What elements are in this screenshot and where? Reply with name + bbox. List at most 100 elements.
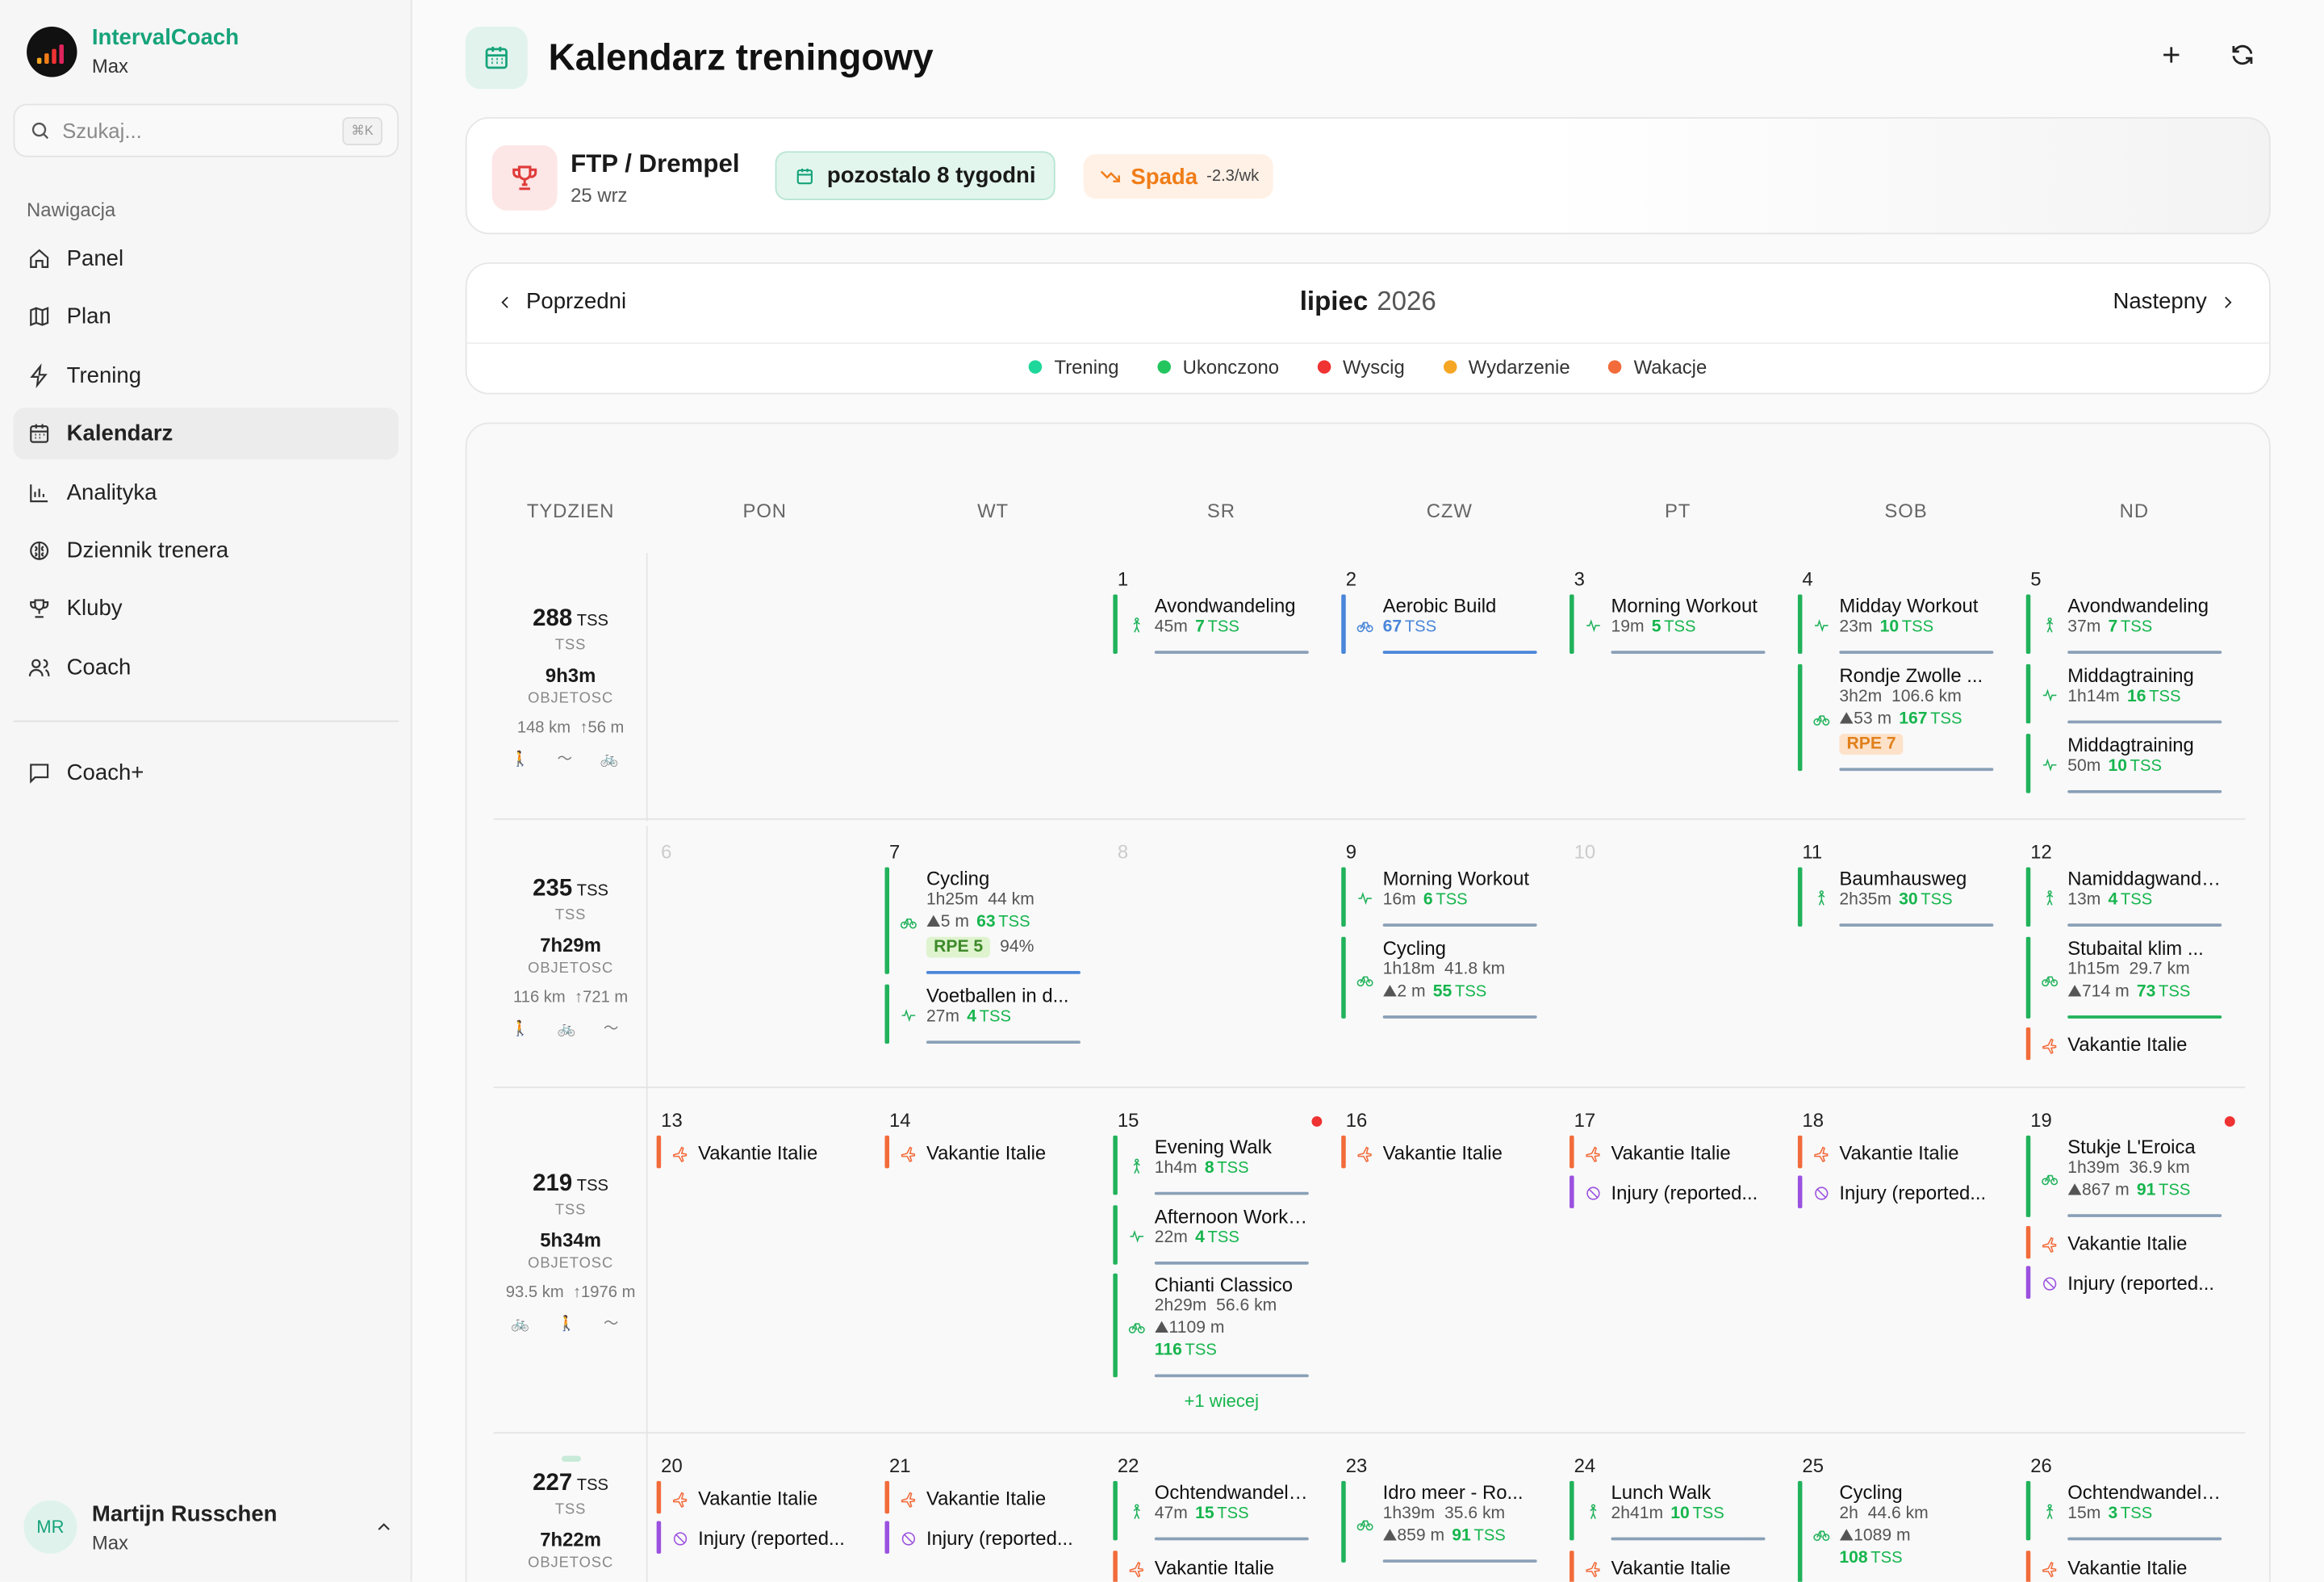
calendar-event[interactable]: Vakantie Italie <box>2025 1027 2222 1061</box>
day-number[interactable]: 17 <box>1574 1109 1596 1132</box>
day-number[interactable]: 18 <box>1802 1109 1824 1132</box>
calendar-activity[interactable]: Midday Workout 23m 10 TSS <box>1797 594 1994 654</box>
activity-stats-2: ⛰859 m 91 TSS <box>1383 1527 1537 1546</box>
day-number[interactable]: 14 <box>889 1109 911 1132</box>
sidebar-item-dziennik-trenera[interactable]: Dziennik trenera <box>14 525 399 576</box>
calendar-activity[interactable]: Baumhausweg 2h35m 30 TSS <box>1797 867 1994 927</box>
calendar-activity[interactable]: Morning Workout 19m 5 TSS <box>1570 594 1766 654</box>
calendar-activity[interactable]: Cycling 1h25m 44 km ⛰5 m 63 TSS RPE 5 94% <box>884 867 1080 974</box>
day-number[interactable]: 11 <box>1802 840 1822 863</box>
day-number[interactable]: 25 <box>1802 1454 1824 1477</box>
user-menu[interactable]: MR Martijn Russchen Max <box>23 1500 394 1554</box>
day-number[interactable]: 2 <box>1346 567 1356 590</box>
calendar-event[interactable]: Vakantie Italie <box>656 1135 852 1169</box>
week-summary[interactable]: 219 TSS TSS 5h34m OBJETOSC 93.5 km ↑1976 m 🚲 🚶… <box>496 1171 645 1333</box>
calendar-event[interactable]: Vakantie Italie <box>884 1480 1080 1514</box>
week-summary[interactable]: 288 TSS TSS 9h3m OBJETOSC 148 km ↑56 m 🚶 〜 🚲 <box>496 606 645 768</box>
calendar-activity[interactable]: Chianti Classico 2h29m 56.6 km ⛰1109 m 116 T… <box>1113 1273 1309 1378</box>
calendar-event[interactable]: Injury (reported... <box>2025 1266 2222 1299</box>
day-number[interactable]: 7 <box>889 840 900 863</box>
calendar-event[interactable]: Vakantie Italie <box>1570 1135 1765 1169</box>
calendar-event[interactable]: Injury (reported... <box>884 1521 1080 1554</box>
calendar-event[interactable]: Injury (reported... <box>656 1521 852 1554</box>
day-number[interactable]: 23 <box>1346 1454 1368 1477</box>
week-divider <box>646 1094 648 1440</box>
day-number[interactable]: 24 <box>1574 1454 1596 1477</box>
brand[interactable]: IntervalCoach Max <box>27 25 239 77</box>
day-number[interactable]: 9 <box>1346 840 1356 863</box>
day-number[interactable]: 13 <box>661 1109 683 1132</box>
calendar-event[interactable]: Vakantie Italie <box>1341 1135 1536 1169</box>
sidebar-item-kluby[interactable]: Kluby <box>14 583 399 634</box>
calendar-activity[interactable]: Stukje L'Eroica 1h39m 36.9 km ⛰867 m 91 TSS <box>2025 1135 2222 1217</box>
day-number[interactable]: 5 <box>2030 567 2041 590</box>
sidebar-item-coachplus[interactable]: Coach+ <box>14 747 399 799</box>
activity-progress-line <box>2067 923 2222 927</box>
day-number[interactable]: 15 <box>1118 1109 1139 1132</box>
sidebar-item-label: Kluby <box>66 596 123 622</box>
calendar-activity[interactable]: Namiddagwandeling13m 4TSS <box>2025 867 2222 927</box>
tss-unit: TSS <box>1664 617 1696 636</box>
add-button[interactable] <box>2152 36 2191 74</box>
sidebar-item-coach[interactable]: Coach <box>14 642 399 693</box>
day-number[interactable]: 10 <box>1574 840 1596 863</box>
calendar-activity[interactable]: Idro meer - Ro... 1h39m 35.6 km ⛰859 m 91 TS… <box>1341 1480 1537 1563</box>
refresh-button[interactable] <box>2223 36 2262 74</box>
calendar-event[interactable]: Vakantie Italie <box>1797 1135 1993 1169</box>
sidebar-item-trening[interactable]: Trening <box>14 349 399 401</box>
calendar-event[interactable]: Injury (reported... <box>1570 1175 1765 1208</box>
calendar-activity[interactable]: Afternoon Workout 22m 4 TSS <box>1113 1205 1309 1265</box>
event-title: Vakantie Italie <box>926 1487 1047 1509</box>
calendar-activity[interactable]: Avondwandeling 45m 7 TSS <box>1113 594 1309 654</box>
calendar-activity[interactable]: Evening Walk 1h4m 8 TSS <box>1113 1135 1309 1195</box>
search-input[interactable] <box>62 118 315 143</box>
sidebar-item-kalendarz[interactable]: Kalendarz <box>13 408 399 460</box>
calendar-event[interactable]: Vakantie Italie <box>1113 1551 1308 1582</box>
calendar-activity[interactable]: Stubaital klim ... 1h15m 29.7 km ⛰714 m 73 T… <box>2025 936 2222 1019</box>
day-number[interactable]: 1 <box>1118 567 1128 590</box>
day-number[interactable]: 19 <box>2030 1109 2052 1132</box>
day-number[interactable]: 8 <box>1118 840 1128 863</box>
day-number[interactable]: 6 <box>661 840 671 863</box>
day-number[interactable]: 26 <box>2030 1454 2052 1477</box>
event-color-bar <box>1797 1175 1803 1208</box>
next-month-button[interactable]: Nastepny <box>2113 289 2236 314</box>
calendar-activity[interactable]: Ochtendwandeling 47m 15 TSS <box>1113 1480 1309 1541</box>
calendar-activity[interactable]: Cycling 1h18m 41.8 km ⛰2 m 55 TSS <box>1341 936 1537 1019</box>
day-number[interactable]: 16 <box>1346 1109 1368 1132</box>
calendar-event[interactable]: Vakantie Italie <box>884 1135 1080 1169</box>
calendar-activity[interactable]: Avondwandeling 37m 7 TSS <box>2025 594 2222 654</box>
search-box[interactable]: ⌘K <box>13 103 399 157</box>
calendar-activity[interactable]: Morning Workout 16m 6 TSS <box>1341 867 1537 927</box>
sidebar-item-plan[interactable]: Plan <box>14 291 399 343</box>
more-activities-link[interactable]: +1 wiecej <box>1185 1391 1260 1412</box>
calendar-activity[interactable]: Aerobic Build 67 TSS <box>1341 594 1537 654</box>
calendar-event[interactable]: Vakantie Italie <box>1570 1551 1765 1582</box>
day-number[interactable]: 20 <box>661 1454 683 1477</box>
calendar-activity[interactable]: Cycling 2h 44.6 km ⛰1089 m 108 TSS <box>1797 1480 1993 1582</box>
calendar-event[interactable]: Vakantie Italie <box>2025 1225 2222 1259</box>
day-number[interactable]: 21 <box>889 1454 911 1477</box>
calendar-activity[interactable]: Lunch Walk 2h41m 10 TSS <box>1570 1480 1766 1541</box>
calendar-event[interactable]: Vakantie Italie <box>2025 1551 2222 1582</box>
day-number[interactable]: 22 <box>1118 1454 1139 1477</box>
calendar-event[interactable]: Injury (reported... <box>1797 1175 1993 1208</box>
calendar-event[interactable]: Vakantie Italie <box>656 1480 852 1514</box>
day-number[interactable]: 4 <box>1802 567 1812 590</box>
activity-color-bar <box>1341 594 1346 654</box>
calendar-activity[interactable]: Middagtraining 1h14m 16 TSS <box>2025 663 2222 724</box>
calendar-activity[interactable]: Voetballen in d... 27m 4 TSS <box>884 984 1080 1044</box>
app-name: IntervalCoach <box>91 25 240 51</box>
week-summary[interactable]: 227 TSS TSS 7h22m OBJETOSC <box>496 1455 645 1572</box>
day-number[interactable]: 12 <box>2030 840 2052 863</box>
activity-duration: 37m <box>2067 617 2101 636</box>
sidebar-item-analityka[interactable]: Analityka <box>14 467 399 518</box>
calendar-activity[interactable]: Middagtraining 50m 10 TSS <box>2025 734 2222 793</box>
activity-tss: 15 <box>1195 1505 1214 1523</box>
week-summary[interactable]: 235 TSS TSS 7h29m OBJETOSC 116 km ↑721 m 🚶 🚲 〜 <box>496 876 645 1037</box>
goal-card[interactable]: FTP / Drempel 25 wrz pozostalo 8 tygodni… <box>465 117 2271 235</box>
day-number[interactable]: 3 <box>1574 567 1585 590</box>
sidebar-item-panel[interactable]: Panel <box>14 232 399 284</box>
calendar-activity[interactable]: Ochtendwandeling 15m 3 TSS <box>2025 1480 2222 1541</box>
calendar-activity[interactable]: Rondje Zwolle ... 3h2m 106.6 km ⛰53 m 167 TS… <box>1797 663 1994 772</box>
